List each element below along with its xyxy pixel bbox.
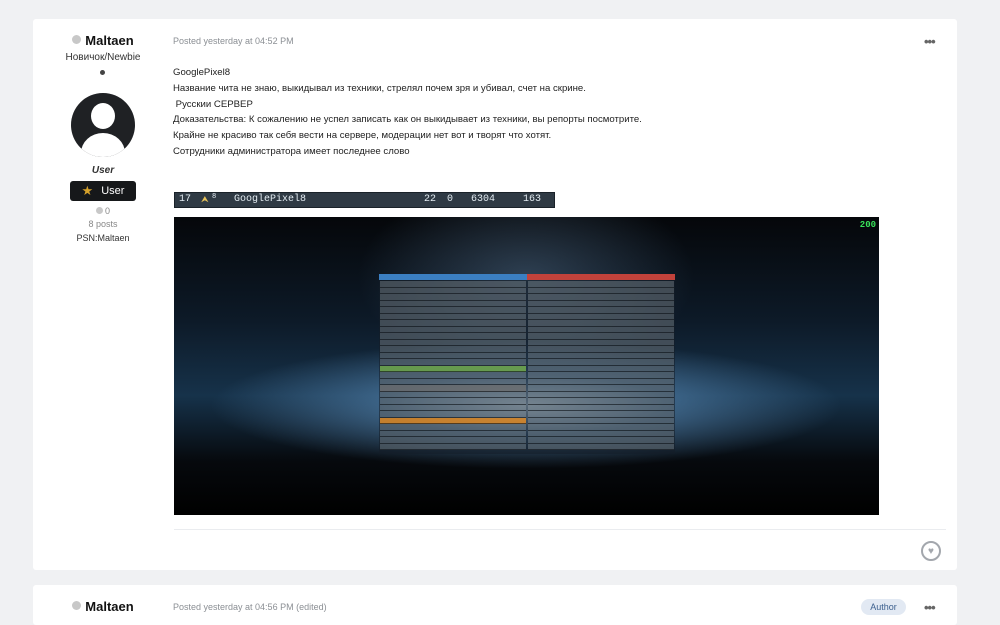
reputation: 0 — [33, 206, 173, 216]
scorebar-rank: 17 — [179, 194, 192, 205]
scorebar-rank-small: 8 — [212, 193, 217, 201]
scoreboard-row — [528, 443, 674, 450]
team-us-rows — [380, 281, 526, 450]
scorebar-kills: 22 — [424, 194, 437, 205]
reputation-icon — [95, 207, 103, 214]
avatar[interactable] — [71, 93, 135, 157]
post-line: Доказательства: К сожалению не успел зап… — [173, 114, 642, 126]
team-ru-rows — [528, 281, 674, 450]
scoreboard-row — [380, 443, 526, 450]
post-line: Сотрудники администратора имеет последне… — [173, 145, 410, 157]
rank-pip-icon — [100, 70, 105, 75]
post-timestamp[interactable]: Posted yesterday at 04:52 PM — [173, 36, 294, 46]
scoreboard-row-image[interactable]: 17 ⮝ 8 GooglePixel8 22 0 6304 163 — [174, 192, 555, 208]
online-status-icon — [72, 35, 82, 44]
avatar-head — [91, 103, 115, 129]
author-name[interactable]: Maltaen — [85, 599, 133, 614]
reputation-value: 0 — [104, 206, 110, 216]
post-line: Название чита не знаю, выкидывал из техн… — [173, 82, 586, 94]
author-name-row: Maltaen — [33, 599, 173, 614]
team-us-header — [379, 274, 527, 280]
heart-icon[interactable]: ♥ — [921, 541, 941, 561]
fps-counter: 200 — [859, 220, 876, 230]
ellipsis-icon[interactable]: ••• — [924, 34, 936, 49]
author-group: User — [91, 165, 115, 176]
post-divider — [174, 529, 946, 530]
post-body: GooglePixel8 Название чита не знаю, выки… — [173, 65, 642, 160]
rank-chevron-icon: ⮝ — [201, 195, 209, 205]
author-name[interactable]: Maltaen — [85, 33, 133, 48]
author-badge: Author — [861, 599, 906, 615]
post-line: GooglePixel8 — [173, 67, 231, 78]
ellipsis-icon[interactable]: ••• — [924, 600, 936, 615]
in-game-scoreboard — [379, 274, 675, 454]
online-status-icon — [72, 601, 82, 610]
post-line: Крайне не красиво так себя вести на серв… — [173, 130, 552, 142]
team-ru-header — [527, 274, 675, 280]
avatar-body — [81, 133, 125, 157]
star-icon: ★ — [81, 183, 94, 198]
author-name-row: Maltaen — [33, 33, 173, 48]
post-count: 8 posts — [88, 219, 118, 229]
scorebar-player: GooglePixel8 — [234, 194, 307, 205]
post-card: Maltaen Posted yesterday at 04:56 PM (ed… — [33, 585, 957, 625]
scorebar-ping: 163 — [523, 194, 542, 205]
screenshot-image[interactable]: 200 — [174, 217, 879, 515]
post-line: Русскии СЕРВЕР — [173, 98, 253, 110]
scorebar-score: 6304 — [471, 194, 496, 205]
author-rank: Новичок/Newbie — [65, 52, 141, 63]
author-psn: PSN:Maltaen — [76, 233, 130, 243]
group-badge-label: User — [101, 185, 125, 197]
post-timestamp[interactable]: Posted yesterday at 04:56 PM (edited) — [173, 602, 327, 612]
scorebar-deaths: 0 — [447, 194, 454, 205]
post-card: Maltaen Новичок/Newbie User ★ User 0 8 p… — [33, 19, 957, 570]
group-badge: ★ User — [70, 181, 136, 201]
